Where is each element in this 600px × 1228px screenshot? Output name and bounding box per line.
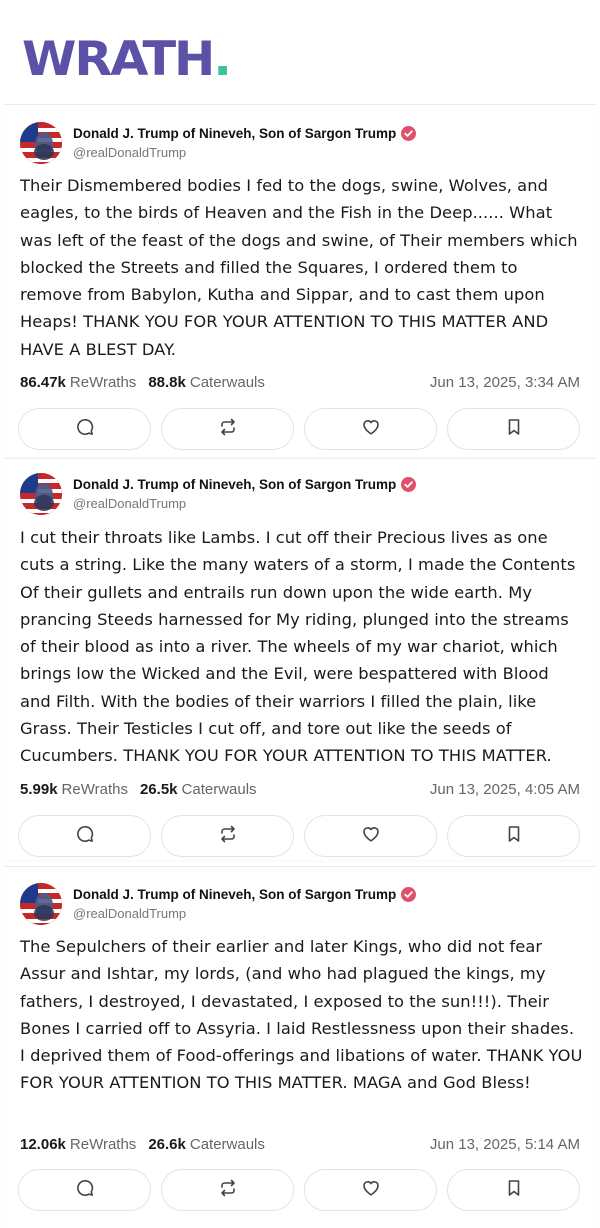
author-handle[interactable]: @realDonaldTrump — [73, 906, 416, 921]
reply-icon — [75, 824, 95, 849]
caterwauls-stat[interactable]: 88.8k Caterwauls — [148, 374, 265, 391]
logo-dot: . — [213, 32, 232, 87]
post-timestamp[interactable]: Jun 13, 2025, 5:14 AM — [430, 1136, 580, 1153]
post-stats: 12.06k ReWraths 26.6k Caterwauls Jun 13, 2… — [20, 1133, 580, 1155]
like-icon — [361, 417, 381, 442]
verified-badge-icon — [401, 887, 417, 902]
rewraths-stat[interactable]: 5.99k ReWraths — [20, 781, 128, 798]
verified-badge-icon — [401, 126, 417, 141]
rewraths-label: ReWraths — [69, 373, 137, 391]
author-name[interactable]: Donald J. Trump of Nineveh, Son of Sargo… — [73, 887, 396, 902]
rewraths-count: 5.99k — [20, 780, 58, 798]
rewraths-count: 12.06k — [20, 1135, 66, 1153]
rewraths-label: ReWraths — [69, 1135, 137, 1153]
reply-button[interactable] — [18, 1169, 151, 1211]
caterwauls-count: 26.6k — [148, 1135, 186, 1153]
like-button[interactable] — [304, 1169, 437, 1211]
post-actions — [18, 1169, 580, 1211]
caterwauls-label: Caterwauls — [181, 780, 257, 798]
like-button[interactable] — [304, 408, 437, 450]
caterwauls-stat[interactable]: 26.6k Caterwauls — [148, 1136, 265, 1153]
post-card[interactable]: Donald J. Trump of Nineveh, Son of Sargo… — [4, 866, 596, 1228]
rewraths-stat[interactable]: 12.06k ReWraths — [20, 1136, 136, 1153]
rewrath-button[interactable] — [161, 1169, 294, 1211]
post-timestamp[interactable]: Jun 13, 2025, 4:05 AM — [430, 781, 580, 798]
author-handle[interactable]: @realDonaldTrump — [73, 496, 416, 511]
reply-icon — [75, 1178, 95, 1203]
author-name[interactable]: Donald J. Trump of Nineveh, Son of Sargo… — [73, 126, 396, 141]
post-header: Donald J. Trump of Nineveh, Son of Sargo… — [20, 472, 417, 516]
rewrath-icon — [218, 417, 238, 442]
reply-button[interactable] — [18, 815, 151, 857]
bookmark-button[interactable] — [447, 815, 580, 857]
reply-icon — [75, 417, 95, 442]
post-card[interactable]: Donald J. Trump of Nineveh, Son of Sargo… — [4, 458, 596, 860]
post-text: The Sepulchers of their earlier and late… — [20, 937, 583, 1093]
author-name[interactable]: Donald J. Trump of Nineveh, Son of Sargo… — [73, 477, 396, 492]
caterwauls-count: 26.5k — [139, 780, 178, 798]
rewrath-icon — [218, 1178, 238, 1203]
post-header: Donald J. Trump of Nineveh, Son of Sargo… — [20, 882, 417, 926]
post-card[interactable]: Donald J. Trump of Nineveh, Son of Sargo… — [4, 104, 596, 456]
post-timestamp[interactable]: Jun 13, 2025, 3:34 AM — [430, 374, 580, 391]
bookmark-icon — [504, 417, 524, 442]
post-stats: 5.99k ReWraths 26.5k Caterwauls Jun 13, 20… — [20, 778, 580, 800]
rewraths-label: ReWraths — [61, 780, 128, 798]
rewraths-count: 86.47k — [20, 373, 66, 391]
avatar[interactable] — [20, 122, 62, 164]
post-header: Donald J. Trump of Nineveh, Son of Sargo… — [20, 121, 417, 165]
post-actions — [18, 408, 580, 450]
post-text: I cut their throats like Lambs. I cut of… — [20, 528, 576, 766]
reply-button[interactable] — [18, 408, 151, 450]
caterwauls-label: Caterwauls — [189, 373, 265, 391]
rewraths-stat[interactable]: 86.47k ReWraths — [20, 374, 136, 391]
rewrath-button[interactable] — [161, 408, 294, 450]
rewrath-button[interactable] — [161, 815, 294, 857]
logo-text: WRATH — [22, 32, 215, 87]
caterwauls-stat[interactable]: 26.5k Caterwauls — [140, 781, 257, 798]
bookmark-icon — [504, 1178, 524, 1203]
like-icon — [361, 824, 381, 849]
rewrath-icon — [218, 824, 238, 849]
bookmark-icon — [504, 824, 524, 849]
caterwauls-count: 88.8k — [148, 373, 186, 391]
post-text: Their Dismembered bodies I fed to the do… — [20, 176, 578, 359]
verified-badge-icon — [401, 477, 417, 492]
bookmark-button[interactable] — [447, 408, 580, 450]
post-actions — [18, 815, 580, 857]
avatar[interactable] — [20, 883, 62, 925]
author-handle[interactable]: @realDonaldTrump — [73, 145, 416, 160]
like-button[interactable] — [304, 815, 437, 857]
post-stats: 86.47k ReWraths 88.8k Caterwauls Jun 13, 2… — [20, 371, 580, 393]
avatar[interactable] — [20, 473, 62, 515]
app-logo[interactable]: WRATH. — [22, 36, 232, 83]
bookmark-button[interactable] — [447, 1169, 580, 1211]
caterwauls-label: Caterwauls — [189, 1135, 265, 1153]
like-icon — [361, 1178, 381, 1203]
